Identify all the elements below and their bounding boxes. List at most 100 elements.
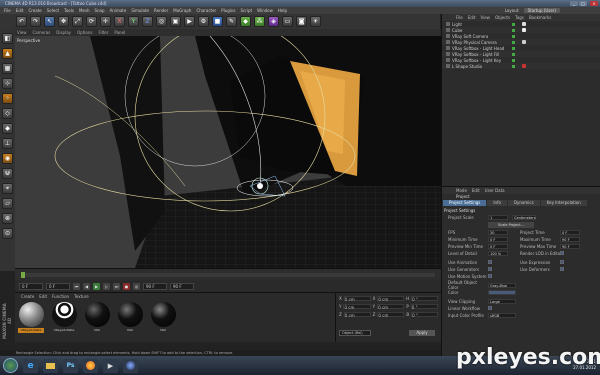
tag-icon[interactable]: [522, 64, 526, 68]
menu-script[interactable]: Script: [241, 8, 253, 13]
minimum-time-field[interactable]: 0 F: [488, 236, 508, 242]
prev-key-icon[interactable]: ◀: [83, 282, 90, 290]
project-scale-unit-dropdown[interactable]: Centimeters: [512, 214, 536, 220]
om-menu-edit[interactable]: Edit: [468, 15, 476, 20]
timeline[interactable]: [15, 268, 441, 280]
minimize-button[interactable]: _: [570, 1, 578, 6]
viewport-menu-filter[interactable]: Filter: [98, 30, 108, 35]
menu-tools[interactable]: Tools: [64, 8, 74, 13]
rot-p-field[interactable]: 0 °: [410, 304, 438, 310]
visibility-dot[interactable]: [512, 34, 515, 38]
media-icon[interactable]: ▶: [103, 358, 118, 373]
apply-button[interactable]: Apply: [409, 330, 435, 336]
menu-window[interactable]: Window: [257, 8, 273, 13]
axis-mode-icon[interactable]: ⊹: [2, 78, 13, 89]
points-icon[interactable]: ⁘: [2, 93, 13, 104]
model-mode-icon[interactable]: ▲: [2, 48, 13, 59]
render-settings-icon[interactable]: ⚙: [198, 16, 209, 27]
menu-file[interactable]: File: [4, 8, 11, 13]
make-editable-icon[interactable]: ◧: [2, 33, 13, 44]
deformer-icon[interactable]: ◈: [268, 16, 279, 27]
enable-axis-icon[interactable]: ⊥: [2, 138, 13, 149]
timeline-playhead[interactable]: [21, 272, 25, 278]
array-icon[interactable]: ⁂: [254, 16, 265, 27]
viewport-menu-panel[interactable]: Panel: [114, 30, 125, 35]
visibility-dot[interactable]: [512, 52, 515, 56]
size-z-field[interactable]: 0 cm: [377, 312, 405, 318]
folder-icon[interactable]: [43, 358, 58, 373]
ie-icon[interactable]: e: [23, 358, 38, 373]
tag-icon[interactable]: [522, 22, 526, 26]
go-end-icon[interactable]: ⏭: [113, 282, 120, 290]
visibility-dot[interactable]: [512, 46, 515, 50]
am-menu-user-data[interactable]: User Data: [485, 188, 505, 193]
scale-icon[interactable]: ⤢: [72, 16, 83, 27]
rot-b-field[interactable]: 0 °: [411, 312, 439, 318]
om-menu-objects[interactable]: Objects: [495, 15, 510, 20]
project-scale-field[interactable]: 1: [488, 214, 508, 220]
use-deformers-checkbox[interactable]: [560, 267, 564, 271]
size-x-field[interactable]: 0 cm: [377, 296, 405, 302]
3d-viewport[interactable]: Perspective: [15, 36, 441, 268]
camera-icon[interactable]: ◙: [296, 16, 307, 27]
record-icon[interactable]: ●: [123, 282, 130, 290]
tag-icon[interactable]: [522, 40, 526, 44]
material-item[interactable]: Mat: [83, 302, 111, 333]
material-menu-function[interactable]: Function: [52, 294, 69, 299]
undo-icon[interactable]: ↶: [16, 16, 27, 27]
tab-project-settings[interactable]: Project Settings: [443, 200, 487, 206]
menu-edit[interactable]: Edit: [16, 8, 24, 13]
menu-mograph[interactable]: MoGraph: [173, 8, 191, 13]
color-swatch[interactable]: [488, 289, 516, 295]
edges-icon[interactable]: ◇: [2, 108, 13, 119]
material-item[interactable]: Mat: [116, 302, 144, 333]
redo-icon[interactable]: ↷: [30, 16, 41, 27]
move-icon[interactable]: ✥: [58, 16, 69, 27]
lock-icon[interactable]: ⊗: [2, 213, 13, 224]
workplane-icon[interactable]: ▱: [2, 198, 13, 209]
material-menu-texture[interactable]: Texture: [74, 294, 89, 299]
start-button[interactable]: [3, 358, 18, 373]
pos-x-field[interactable]: 0 cm: [343, 296, 371, 302]
menu-render[interactable]: Render: [154, 8, 168, 13]
default-color-dropdown[interactable]: Gray-Blue: [488, 282, 516, 288]
floor-icon[interactable]: ▭: [282, 16, 293, 27]
om-menu-view[interactable]: View: [480, 15, 490, 20]
photoshop-icon[interactable]: Ps: [63, 358, 78, 373]
input-color-profile-dropdown[interactable]: sRGB: [488, 312, 516, 318]
use-generators-checkbox[interactable]: [488, 267, 492, 271]
coord-mode-dropdown[interactable]: Object (Rel): [339, 330, 371, 336]
viewport-menu-cameras[interactable]: Cameras: [33, 30, 51, 35]
tab-key-interpolation[interactable]: Key Interpolation: [540, 200, 587, 206]
viewport-menu-display[interactable]: Display: [56, 30, 71, 35]
y-axis-icon[interactable]: Y: [128, 16, 139, 27]
visibility-dot[interactable]: [512, 58, 515, 62]
menu-mesh[interactable]: Mesh: [79, 8, 90, 13]
visibility-dot[interactable]: [512, 28, 515, 32]
texture-mode-icon[interactable]: ▦: [2, 63, 13, 74]
tab-info[interactable]: Info: [487, 200, 507, 206]
live-select-icon[interactable]: ↖: [44, 16, 55, 27]
menu-animate[interactable]: Animate: [110, 8, 127, 13]
next-key-icon[interactable]: ▷: [103, 282, 110, 290]
polygons-icon[interactable]: ◆: [2, 123, 13, 134]
maximize-button[interactable]: □: [579, 1, 587, 6]
preview-end-field[interactable]: 90 F: [170, 282, 194, 290]
layout-dropdown[interactable]: Startup (User): [523, 8, 560, 13]
visibility-dot[interactable]: [512, 40, 515, 44]
material-item[interactable]: Mat: [149, 302, 177, 333]
material-item[interactable]: VRayAdvMate: [17, 302, 45, 333]
om-menu-file[interactable]: File: [456, 15, 463, 20]
end-frame-field[interactable]: 90 F: [143, 282, 167, 290]
close-button[interactable]: ×: [590, 1, 598, 6]
use-animation-checkbox[interactable]: [488, 260, 492, 264]
use-motion-system-checkbox[interactable]: [488, 274, 492, 278]
cinema4d-icon[interactable]: [123, 358, 138, 373]
go-start-icon[interactable]: ⏮: [73, 282, 80, 290]
menu-help[interactable]: Help: [278, 8, 287, 13]
visibility-dot[interactable]: [512, 64, 515, 68]
material-menu-edit[interactable]: Edit: [39, 294, 47, 299]
current-frame-field[interactable]: 0 F: [46, 282, 70, 290]
viewport-menu-options[interactable]: Options: [77, 30, 92, 35]
menu-plugins[interactable]: Plugins: [221, 8, 235, 13]
